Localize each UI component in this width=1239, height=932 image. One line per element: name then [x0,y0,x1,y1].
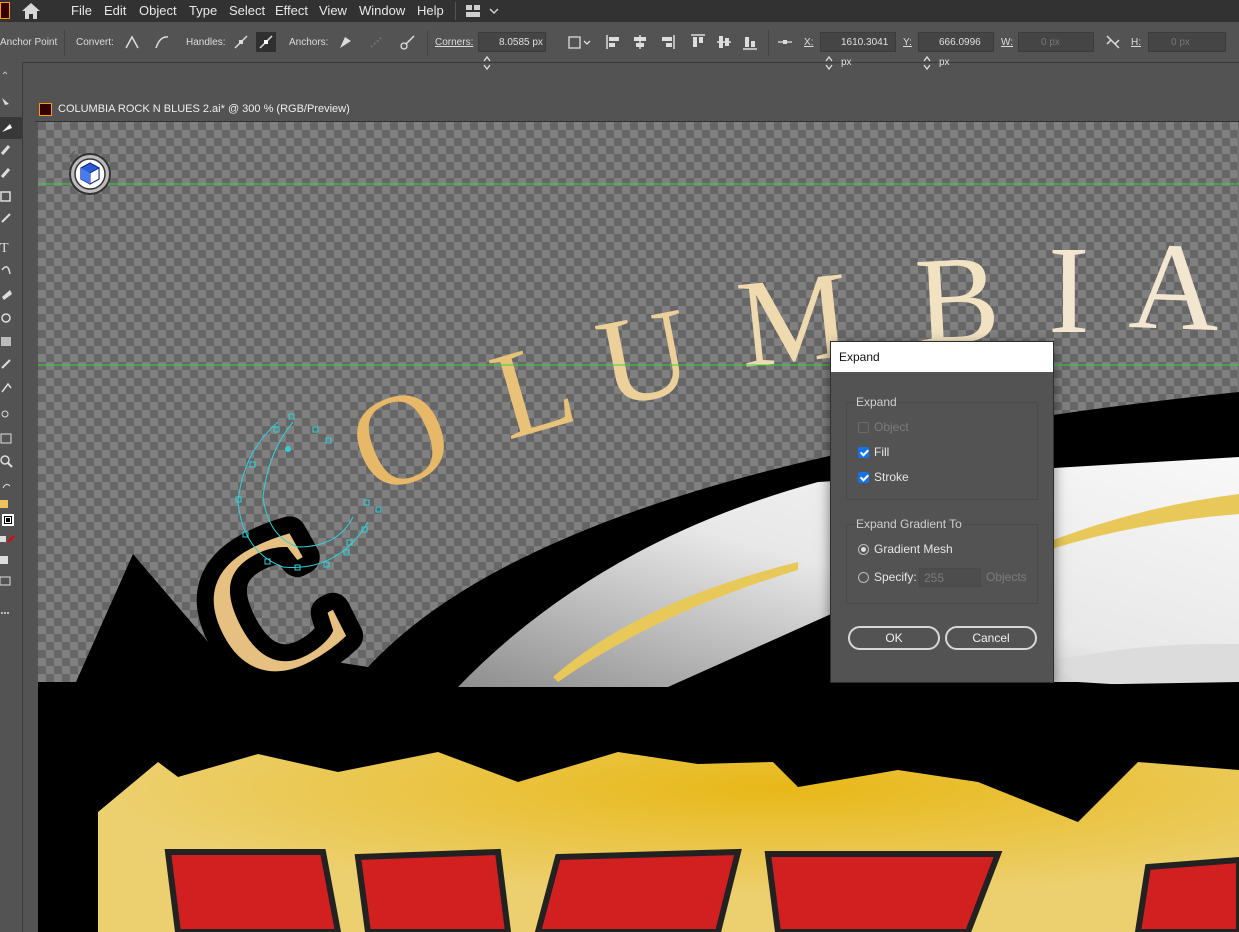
anchors-label: Anchors: [289,37,329,48]
reference-point-icon[interactable] [775,32,795,52]
menu-select[interactable]: Select [229,3,265,18]
ok-button[interactable]: OK [848,626,940,650]
corners-label[interactable]: Corners: [435,37,473,48]
menu-help[interactable]: Help [417,3,444,18]
h-value: 0 px [1171,37,1190,48]
w-label: W: [1001,37,1014,48]
show-handles-icon[interactable] [231,32,251,52]
menu-view[interactable]: View [319,3,347,18]
expand-dialog: Expand Expand Object Fill Stroke Expand … [830,341,1054,683]
x-label: X: [804,37,814,48]
gradient-mesh-radio[interactable] [858,544,869,555]
svg-text:I: I [1048,222,1090,360]
dialog-title: Expand [831,342,1053,372]
artboard-canvas[interactable]: C O L U M B I A [38,122,1239,932]
control-bar: Anchor Point Convert: Handles: Anchors: … [0,22,1239,71]
w-value: 0 px [1041,37,1060,48]
corners-value: 8.0585 px [499,37,543,48]
stepper-arrows-icon[interactable] [922,55,932,71]
document-title: COLUMBIA ROCK N BLUES 2.ai* @ 300 % (RGB… [58,103,350,115]
objects-label: Objects [986,570,1027,584]
control-divider [768,30,769,56]
y-value: 666.0996 px [939,37,981,68]
y-field[interactable]: 666.0996 px [918,32,994,68]
control-divider [64,30,65,56]
menu-edit[interactable]: Edit [104,3,126,18]
transform-icon[interactable] [566,32,592,52]
stroke-label: Stroke [874,470,909,484]
stepper-arrows-icon[interactable] [482,55,492,71]
expand-group-title: Expand [856,395,897,409]
home-icon[interactable] [21,2,41,20]
menu-window[interactable]: Window [359,3,405,18]
cancel-button[interactable]: Cancel [945,626,1037,650]
document-tab[interactable]: COLUMBIA ROCK N BLUES 2.ai* @ 300 % (RGB… [35,99,1239,122]
convert-corner-icon[interactable] [122,32,142,52]
specify-value: 255 [924,571,945,585]
fill-checkbox[interactable] [858,447,869,458]
artwork: C O L U M B I A [38,183,1239,932]
x-value: 1610.3041 px [841,37,889,68]
workspace-layout-icon[interactable] [465,4,501,18]
stepper-arrows-icon[interactable] [824,55,834,71]
menu-divider [455,2,456,20]
menu-effect[interactable]: Effect [275,3,308,18]
document-icon [39,103,52,116]
align-middle-icon[interactable] [714,32,734,52]
app-logo-icon[interactable] [0,2,10,19]
svg-text:A: A [1127,217,1222,358]
constrain-proportions-icon[interactable] [1103,32,1123,52]
svg-text:T: T [0,241,9,256]
gradient-group [846,524,1038,604]
align-left-icon[interactable] [604,32,624,52]
menu-bar: File Edit Object Type Select Effect View… [0,0,1239,22]
align-bottom-icon[interactable] [740,32,760,52]
svg-text:O: O [330,355,471,524]
tool-name-label: Anchor Point [0,37,58,48]
cut-path-icon[interactable] [398,32,418,52]
corners-stepper[interactable]: 8.0585 px [478,32,546,52]
control-divider [427,30,428,56]
gradient-group-title: Expand Gradient To [856,517,962,531]
fill-label: Fill [874,445,890,459]
handles-label: Handles: [186,37,226,48]
align-top-icon[interactable] [688,32,708,52]
stroke-checkbox[interactable] [858,472,869,483]
menu-type[interactable]: Type [189,3,217,18]
connect-anchor-icon[interactable] [367,32,387,52]
w-field[interactable]: 0 px [1018,32,1094,52]
remove-anchor-icon[interactable] [336,32,356,52]
h-field[interactable]: 0 px [1148,32,1226,52]
tools-panel: T [0,62,23,932]
object-label: Object [874,420,909,434]
hide-handles-icon[interactable] [256,32,276,52]
object-checkbox[interactable] [858,422,869,433]
svg-text:L: L [478,313,589,467]
gpu-performance-icon[interactable] [67,151,113,197]
h-label: H: [1131,37,1141,48]
y-label: Y: [903,37,912,48]
specify-objects-input[interactable]: 255 [919,568,981,587]
specify-radio[interactable] [858,572,869,583]
svg-text:U: U [587,282,702,435]
x-field[interactable]: 1610.3041 px [820,32,896,68]
align-center-icon[interactable] [630,32,650,52]
specify-label: Specify: [874,570,917,584]
menu-file[interactable]: File [71,3,92,18]
tool-icons: T [0,71,22,614]
gradient-mesh-label: Gradient Mesh [874,542,953,556]
align-right-icon[interactable] [657,32,677,52]
convert-smooth-icon[interactable] [152,32,172,52]
menu-object[interactable]: Object [139,3,177,18]
convert-label: Convert: [76,37,114,48]
